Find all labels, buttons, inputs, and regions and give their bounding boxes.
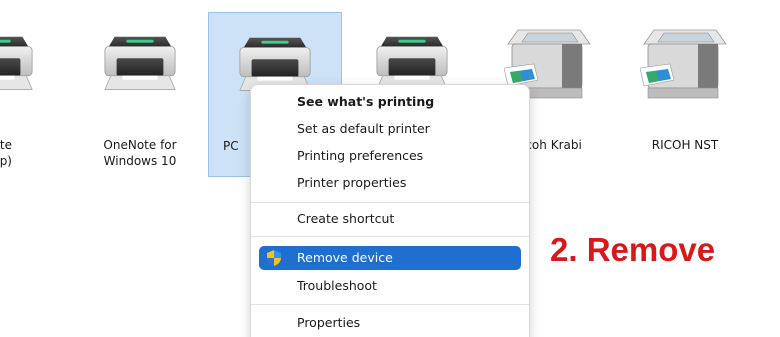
menu-item-set-default[interactable]: Set as default printer bbox=[259, 117, 521, 141]
menu-item-remove-device[interactable]: Remove device bbox=[259, 246, 521, 270]
annotation-text: 2. Remove bbox=[550, 231, 716, 268]
menu-item-label: Set as default printer bbox=[297, 121, 430, 136]
menu-item-label: Properties bbox=[297, 315, 361, 330]
devices-window: te p) OneNote for Windows 10 PC icoh Kra… bbox=[0, 0, 780, 337]
context-menu: See what's printing Set as default print… bbox=[250, 84, 530, 337]
menu-item-printing-preferences[interactable]: Printing preferences bbox=[259, 144, 521, 168]
menu-item-label: Create shortcut bbox=[297, 211, 395, 226]
multifunction-printer-icon bbox=[640, 24, 730, 108]
device-tile-ricoh-nst[interactable]: RICOH NST bbox=[618, 12, 752, 177]
menu-item-label: Printing preferences bbox=[297, 148, 424, 163]
menu-item-troubleshoot[interactable]: Troubleshoot bbox=[259, 274, 521, 298]
device-tile-onenote[interactable]: OneNote for Windows 10 bbox=[73, 12, 207, 177]
menu-item-create-shortcut[interactable]: Create shortcut bbox=[259, 207, 521, 231]
menu-separator bbox=[251, 304, 529, 305]
menu-item-label: Printer properties bbox=[297, 175, 407, 190]
printer-icon bbox=[101, 32, 179, 106]
device-label: RICOH NST bbox=[651, 138, 719, 152]
device-label: te p) bbox=[0, 138, 12, 168]
device-label: OneNote for Windows 10 bbox=[103, 138, 177, 168]
menu-item-label: See what's printing bbox=[297, 94, 435, 109]
printer-icon bbox=[0, 32, 36, 106]
menu-item-see-whats-printing[interactable]: See what's printing bbox=[259, 90, 521, 114]
device-tile[interactable]: te p) bbox=[0, 12, 64, 177]
menu-item-printer-properties[interactable]: Printer properties bbox=[259, 171, 521, 195]
menu-item-label: Remove device bbox=[297, 250, 393, 265]
menu-item-properties[interactable]: Properties bbox=[259, 311, 521, 335]
menu-separator bbox=[251, 236, 529, 237]
shield-icon bbox=[267, 250, 281, 266]
menu-item-label: Troubleshoot bbox=[297, 278, 377, 293]
menu-separator bbox=[251, 202, 529, 203]
